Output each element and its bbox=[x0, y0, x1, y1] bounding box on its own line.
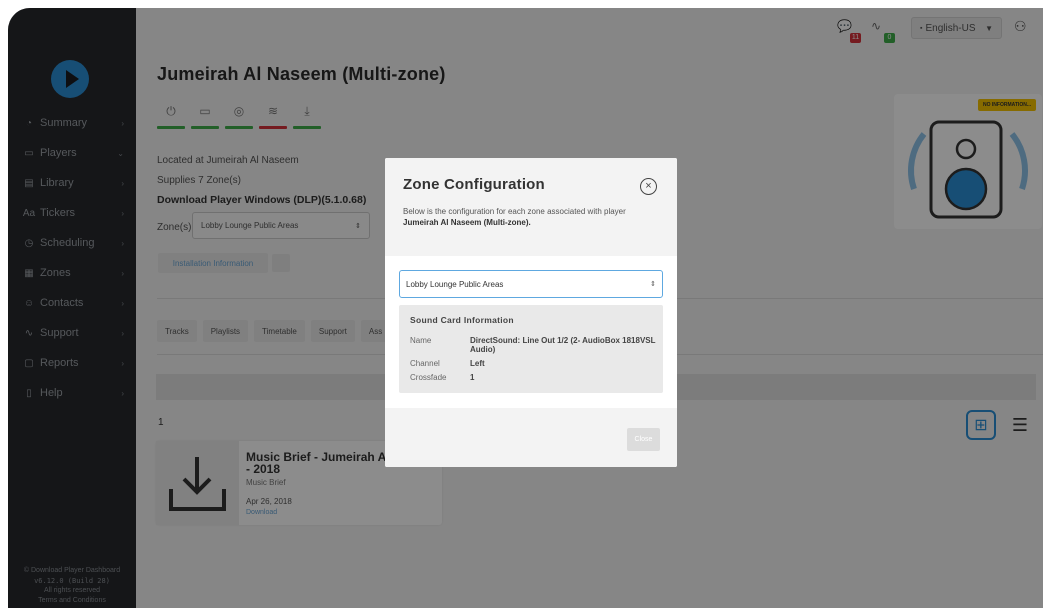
app-window: ◔ Summary › ▭ Players ⌄ ▤ Library › Aa T… bbox=[8, 8, 1043, 608]
zone-configuration-modal: Zone Configuration × Below is the config… bbox=[385, 158, 677, 467]
modal-title: Zone Configuration bbox=[403, 176, 545, 193]
field-label: Name bbox=[410, 336, 432, 345]
close-button[interactable]: Close bbox=[627, 428, 660, 451]
field-label: Crossfade bbox=[410, 373, 447, 382]
sound-card-title: Sound Card Information bbox=[410, 315, 514, 325]
modal-description-text: Below is the configuration for each zone… bbox=[403, 207, 626, 216]
modal-footer: Close bbox=[385, 408, 677, 467]
modal-body: Lobby Lounge Public Areas ⇕ Sound Card I… bbox=[385, 256, 677, 408]
field-value: DirectSound: Line Out 1/2 (2- AudioBox 1… bbox=[470, 336, 656, 354]
select-arrows-icon: ⇕ bbox=[650, 281, 656, 288]
modal-description: Below is the configuration for each zone… bbox=[403, 206, 661, 228]
close-icon[interactable]: × bbox=[640, 178, 657, 195]
field-value: Left bbox=[470, 359, 485, 368]
field-label: Channel bbox=[410, 359, 440, 368]
sound-card-info: Sound Card Information Name DirectSound:… bbox=[399, 305, 663, 393]
field-value: 1 bbox=[470, 373, 475, 382]
modal-zone-select-value: Lobby Lounge Public Areas bbox=[406, 279, 504, 289]
modal-header: Zone Configuration × Below is the config… bbox=[385, 158, 677, 256]
modal-zone-select[interactable]: Lobby Lounge Public Areas ⇕ bbox=[399, 270, 663, 298]
modal-player-name: Jumeirah Al Naseem (Multi-zone). bbox=[403, 218, 531, 227]
